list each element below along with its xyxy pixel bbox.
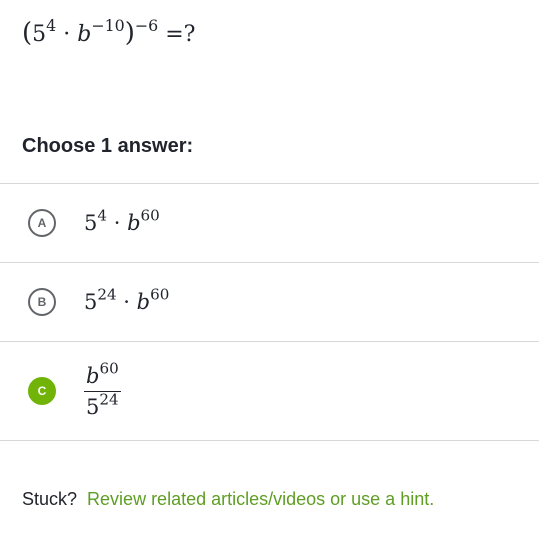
- multiply-dot: ·: [123, 290, 130, 314]
- open-paren: (: [22, 18, 33, 48]
- question-expression: (54 · b−10)−6 =?: [22, 18, 195, 48]
- choice-b-expression: 524 · b60: [84, 287, 169, 314]
- variable-b: b: [136, 290, 151, 314]
- stuck-label: Stuck?: [22, 489, 78, 509]
- choice-a-expression: 54 · b60: [84, 208, 160, 235]
- variable-b: b: [86, 363, 100, 388]
- multiply-dot: ·: [63, 22, 71, 47]
- choice-letter-badge: B: [28, 288, 56, 316]
- base: 5: [84, 290, 98, 314]
- variable-b: b: [77, 22, 92, 47]
- choose-answer-label: Choose 1 answer:: [22, 135, 194, 157]
- answer-choices: A 54 · b60 B 524 · b60 C b60 524: [0, 183, 539, 441]
- exponent-neg-ten: −10: [91, 16, 125, 36]
- base: 5: [86, 394, 100, 419]
- exponent: 60: [150, 285, 170, 304]
- exponent: 24: [97, 285, 117, 304]
- fraction-numerator: b60: [84, 361, 121, 391]
- fraction-denominator: 524: [84, 392, 121, 419]
- choice-c[interactable]: C b60 524: [0, 341, 539, 440]
- equals-question: =?: [165, 22, 196, 47]
- multiply-dot: ·: [113, 211, 121, 235]
- outer-exponent: −6: [134, 16, 159, 36]
- exponent: 60: [140, 206, 160, 225]
- variable-b: b: [127, 211, 141, 235]
- exponent: 24: [99, 390, 119, 409]
- help-footer: Stuck? Review related articles/videos or…: [22, 489, 434, 510]
- close-paren: ): [124, 18, 135, 48]
- choice-letter-badge: A: [28, 209, 56, 237]
- base-five: 5: [32, 22, 47, 47]
- exponent-four: 4: [46, 16, 57, 36]
- base: 5: [84, 211, 98, 235]
- choices-bottom-divider: [0, 440, 539, 441]
- choice-b[interactable]: B 524 · b60: [0, 262, 539, 341]
- choice-c-expression: b60 524: [84, 361, 121, 419]
- exponent: 60: [99, 359, 119, 378]
- choice-a[interactable]: A 54 · b60: [0, 183, 539, 262]
- help-link[interactable]: Review related articles/videos or use a …: [87, 489, 434, 509]
- choice-letter-badge-selected: C: [28, 377, 56, 405]
- exponent: 4: [97, 206, 107, 225]
- fraction: b60 524: [84, 361, 121, 419]
